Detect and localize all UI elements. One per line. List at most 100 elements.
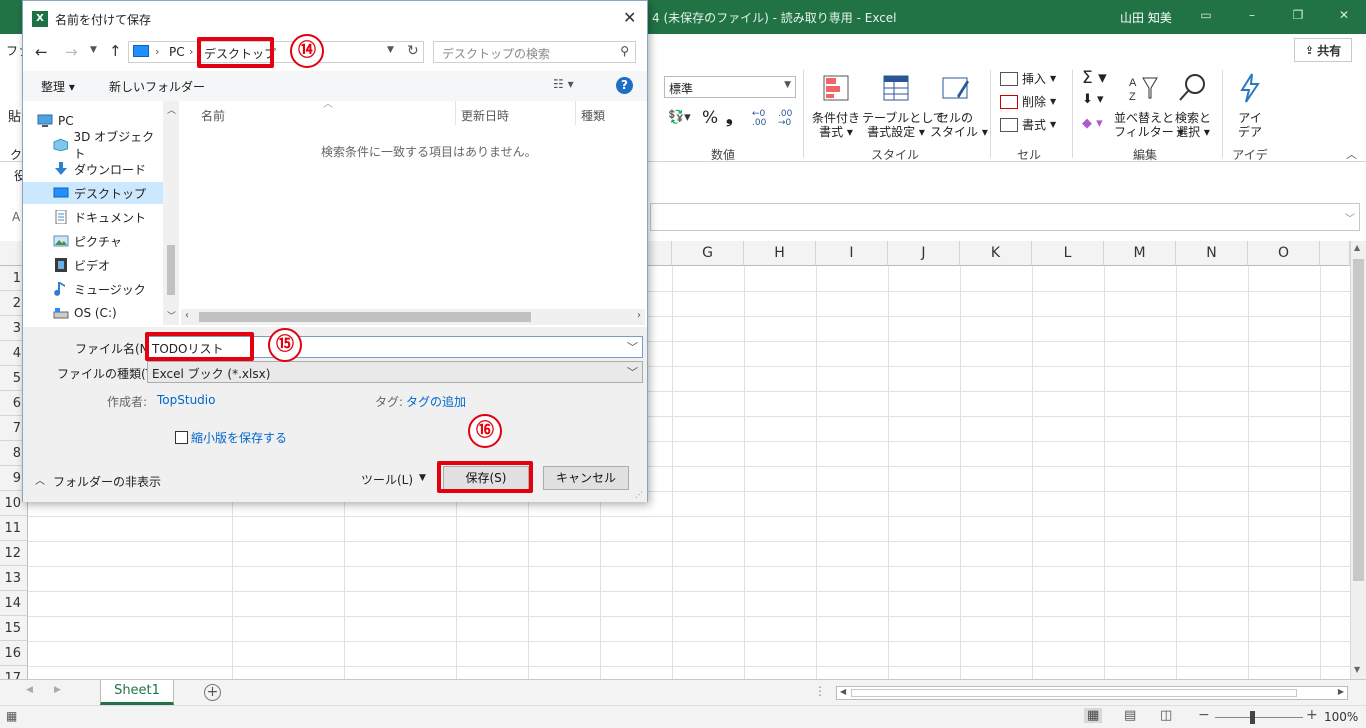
column-header-p[interactable]	[1320, 241, 1350, 266]
macro-record-icon[interactable]: ▦	[6, 709, 17, 723]
nav-scrollbar[interactable]: ︿ ﹀	[163, 101, 179, 325]
column-header-n[interactable]: N	[1176, 241, 1248, 266]
zoom-slider[interactable]	[1215, 717, 1303, 718]
row-header[interactable]: 13	[0, 566, 28, 591]
scroll-right-icon[interactable]: ▶	[1338, 687, 1344, 696]
decrease-decimal-icon[interactable]: .00 →0	[778, 110, 792, 128]
sheet-tab-sheet1[interactable]: Sheet1	[100, 680, 174, 705]
view-options-icon[interactable]: ☷ ▾	[553, 77, 574, 91]
up-arrow-icon[interactable]: ↑	[109, 42, 122, 60]
refresh-icon[interactable]: ↻	[407, 43, 419, 59]
address-bar[interactable]: › PC › デスクトップ ▼ ↻	[128, 41, 424, 63]
filetype-select[interactable]: Excel ブック (*.xlsx) ﹀	[147, 361, 643, 383]
nav-item-os-drive[interactable]: OS (C:)	[53, 302, 163, 324]
nav-item-documents[interactable]: ドキュメント	[53, 206, 163, 228]
row-header[interactable]: 14	[0, 591, 28, 616]
nav-item-videos[interactable]: ビデオ	[53, 254, 163, 276]
column-header-j[interactable]: J	[888, 241, 960, 266]
cancel-button[interactable]: キャンセル	[543, 466, 629, 490]
restore-icon[interactable]: ❐	[1288, 8, 1308, 24]
scroll-down-icon[interactable]: ▼	[1354, 665, 1360, 674]
author-value[interactable]: TopStudio	[157, 393, 215, 407]
scroll-left-icon[interactable]: ◀	[840, 687, 846, 696]
name-box-cut[interactable]: A	[12, 210, 20, 224]
horizontal-scrollbar[interactable]: ◀ ▶	[836, 686, 1348, 700]
minimize-icon[interactable]: –	[1242, 8, 1262, 24]
column-header-k[interactable]: K	[960, 241, 1032, 266]
sort-filter-button[interactable]: AZ 並べ替えと フィルター ▾	[1114, 72, 1184, 139]
breadcrumb-pc[interactable]: PC	[169, 45, 185, 59]
format-as-table-button[interactable]: テーブルとして 書式設定 ▾	[862, 72, 945, 139]
resize-grip-icon[interactable]: ⋰	[635, 490, 643, 499]
number-format-select[interactable]: 標準 ▼	[664, 76, 796, 98]
zoom-in-icon[interactable]: +	[1306, 707, 1318, 723]
delete-button[interactable]: 削除 ▼	[1000, 93, 1056, 110]
column-header-i[interactable]: I	[816, 241, 888, 266]
add-sheet-icon[interactable]: +	[204, 684, 221, 701]
thumbnail-checkbox[interactable]	[175, 431, 188, 444]
scroll-up-icon[interactable]: ▲	[1354, 243, 1360, 252]
scroll-down-icon[interactable]: ﹀	[167, 309, 176, 322]
row-header[interactable]: 11	[0, 516, 28, 541]
back-arrow-icon[interactable]: ←	[35, 43, 48, 61]
row-header[interactable]: 12	[0, 541, 28, 566]
page-break-icon[interactable]: ◫	[1160, 708, 1172, 723]
column-header-h[interactable]: H	[744, 241, 816, 266]
nav-item-music[interactable]: ミュージック	[53, 278, 163, 300]
tools-button[interactable]: ツール(L)	[361, 471, 413, 488]
fill-icon[interactable]: ⬇ ▾	[1082, 92, 1104, 107]
chevron-up-icon[interactable]: ︿	[35, 472, 45, 487]
column-header-modified[interactable]: 更新日時	[461, 107, 509, 124]
recent-locations-icon[interactable]: ▼	[90, 45, 97, 55]
column-header-name[interactable]: 名前	[201, 107, 225, 124]
scroll-left-icon[interactable]: ‹	[185, 310, 189, 321]
zoom-thumb[interactable]	[1250, 711, 1255, 724]
column-header-m[interactable]: M	[1104, 241, 1176, 266]
hide-folders-button[interactable]: フォルダーの非表示	[53, 473, 161, 490]
search-input[interactable]: デスクトップの検索 ⚲	[433, 41, 636, 63]
close-window-icon[interactable]: ✕	[1334, 8, 1354, 24]
find-select-button[interactable]: 検索と 選択 ▾	[1172, 72, 1214, 139]
increase-decimal-icon[interactable]: ←0.00	[752, 110, 766, 128]
paste-cut-label[interactable]: 貼	[8, 106, 21, 125]
cell-style-button[interactable]: セルの スタイル ▾	[930, 72, 988, 139]
file-hscrollbar[interactable]: ‹ ›	[181, 309, 645, 325]
zoom-out-icon[interactable]: −	[1198, 707, 1210, 723]
nav-item-downloads[interactable]: ダウンロード	[53, 158, 163, 180]
chevron-down-icon[interactable]: ﹀	[627, 339, 638, 355]
ideas-button[interactable]: アイ デア	[1230, 72, 1270, 139]
format-button[interactable]: 書式 ▼	[1000, 116, 1056, 133]
nav-scroll-thumb[interactable]	[167, 245, 175, 295]
nav-item-desktop[interactable]: デスクトップ	[23, 182, 163, 204]
file-list[interactable]: ︿ 名前 更新日時 種類 検索条件に一致する項目はありません。 ‹ ›	[181, 99, 645, 325]
scroll-right-icon[interactable]: ›	[637, 310, 641, 321]
expand-formula-icon[interactable]: ﹀	[1345, 210, 1355, 225]
percent-icon[interactable]: %	[702, 108, 718, 128]
thumbnail-label[interactable]: 縮小版を保存する	[191, 429, 287, 446]
conditional-format-button[interactable]: 条件付き 書式 ▾	[812, 72, 860, 139]
column-header-type[interactable]: 種類	[581, 107, 605, 124]
dialog-close-icon[interactable]: ✕	[623, 8, 636, 27]
page-layout-icon[interactable]: ▤	[1124, 708, 1136, 723]
clear-icon[interactable]: ◆ ▾	[1082, 116, 1103, 131]
tools-dropdown-icon[interactable]: ▼	[419, 473, 426, 483]
scroll-up-icon[interactable]: ︿	[167, 103, 176, 116]
zoom-level[interactable]: 100%	[1324, 710, 1358, 724]
normal-view-icon[interactable]: ▦	[1084, 708, 1103, 723]
organize-button[interactable]: 整理 ▾	[41, 78, 75, 95]
file-hscroll-thumb[interactable]	[199, 312, 531, 322]
column-header-o[interactable]: O	[1248, 241, 1320, 266]
nav-item-3d-objects[interactable]: 3D オブジェクト	[53, 130, 163, 161]
formula-bar[interactable]: ﹀	[650, 203, 1360, 231]
insert-button[interactable]: 挿入 ▼	[1000, 70, 1056, 87]
scroll-thumb[interactable]	[1353, 259, 1364, 581]
ribbon-display-icon[interactable]: ▭	[1196, 8, 1216, 24]
autosum-icon[interactable]: Σ ▾	[1082, 68, 1107, 88]
share-button[interactable]: ⇪ 共有	[1294, 38, 1352, 62]
hscroll-thumb[interactable]	[851, 689, 1297, 697]
tag-add-link[interactable]: タグの追加	[406, 393, 466, 410]
next-sheet-icon[interactable]: ▶	[54, 685, 61, 695]
address-history-icon[interactable]: ▼	[387, 45, 394, 55]
row-header[interactable]: 17	[0, 666, 28, 679]
forward-arrow-icon[interactable]: →	[65, 43, 78, 61]
